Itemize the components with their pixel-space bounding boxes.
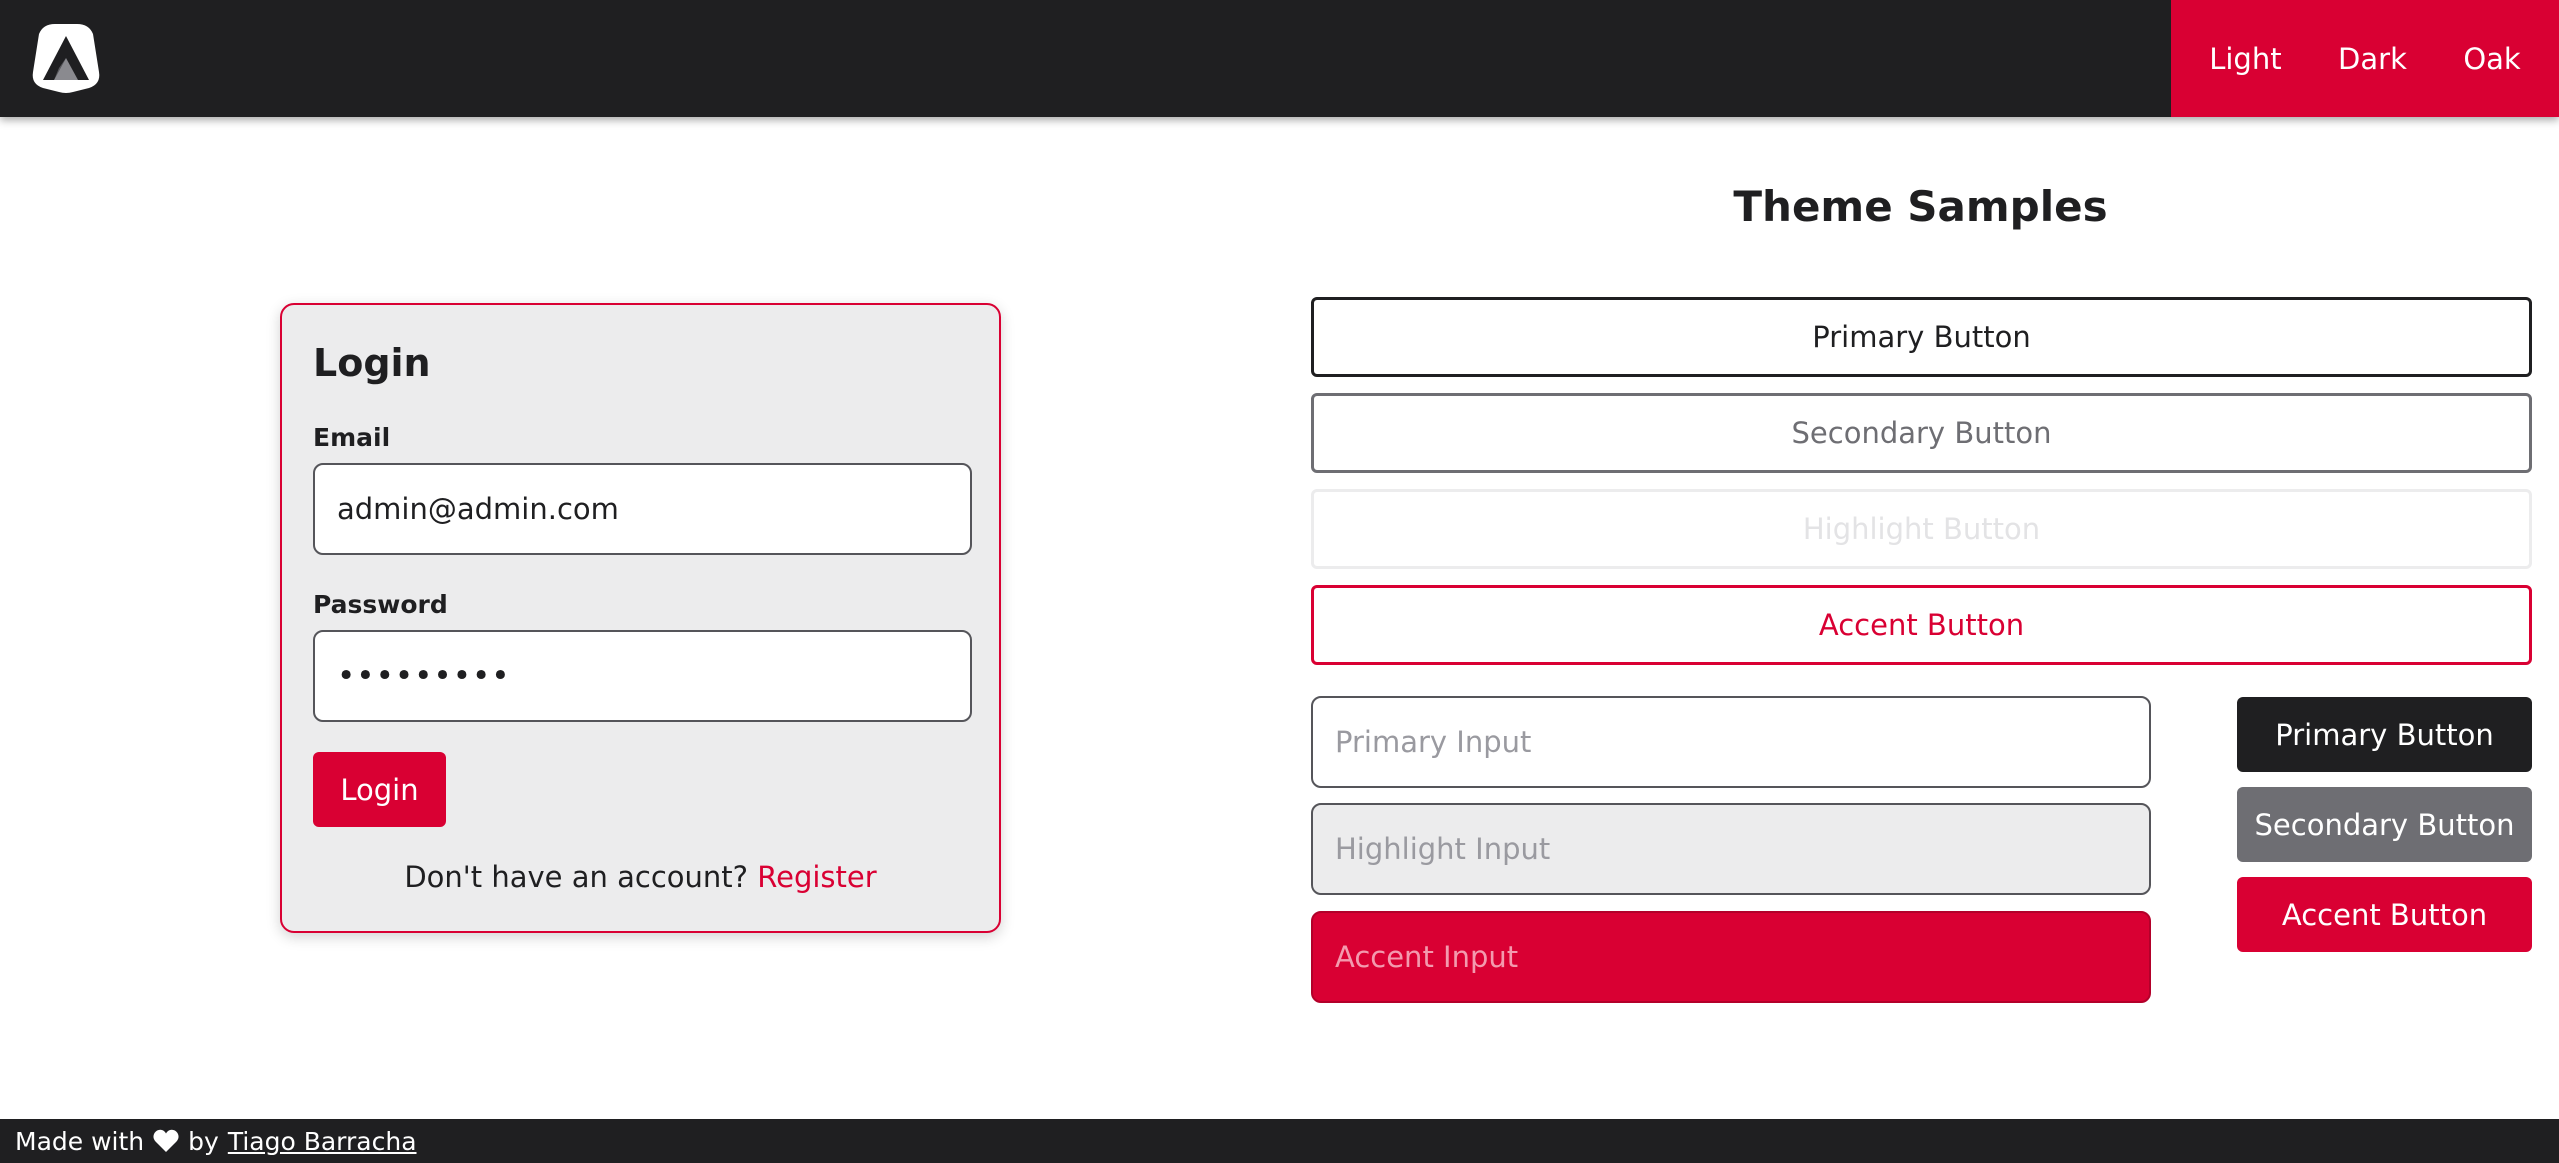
login-card: Login Email admin@admin.com Password •••… <box>280 303 1001 933</box>
accent-input[interactable]: Accent Input <box>1311 911 2151 1003</box>
triangle-logo-icon[interactable] <box>29 20 103 94</box>
footer-made-with: Made with <box>15 1126 145 1156</box>
primary-solid-button[interactable]: Primary Button <box>2237 697 2532 772</box>
login-button[interactable]: Login <box>313 752 446 827</box>
top-navbar: Light Dark Oak <box>0 0 2559 117</box>
accent-outline-button[interactable]: Accent Button <box>1311 585 2532 665</box>
theme-switcher: Light Dark Oak <box>2171 0 2559 117</box>
author-link[interactable]: Tiago Barracha <box>228 1127 417 1156</box>
login-title: Login <box>313 341 431 385</box>
theme-oak-link[interactable]: Oak <box>2449 32 2534 86</box>
register-prompt: Don't have an account? <box>404 860 749 894</box>
highlight-input[interactable]: Highlight Input <box>1311 803 2151 895</box>
secondary-solid-button[interactable]: Secondary Button <box>2237 787 2532 862</box>
primary-input[interactable]: Primary Input <box>1311 696 2151 788</box>
email-field[interactable]: admin@admin.com <box>313 463 972 555</box>
register-line: Don't have an account? Register <box>282 860 999 894</box>
footer: Made with by Tiago Barracha <box>0 1119 2559 1163</box>
theme-light-link[interactable]: Light <box>2195 32 2295 86</box>
accent-solid-button[interactable]: Accent Button <box>2237 877 2532 952</box>
heart-icon <box>153 1129 179 1152</box>
password-label: Password <box>313 590 448 619</box>
email-label: Email <box>313 423 391 452</box>
primary-outline-button[interactable]: Primary Button <box>1311 297 2532 377</box>
secondary-outline-button[interactable]: Secondary Button <box>1311 393 2532 473</box>
password-field[interactable]: ••••••••• <box>313 630 972 722</box>
theme-dark-link[interactable]: Dark <box>2324 32 2421 86</box>
highlight-outline-button[interactable]: Highlight Button <box>1311 489 2532 569</box>
footer-by: by <box>188 1126 219 1156</box>
samples-title: Theme Samples <box>1733 182 2108 231</box>
register-link[interactable]: Register <box>757 860 876 894</box>
